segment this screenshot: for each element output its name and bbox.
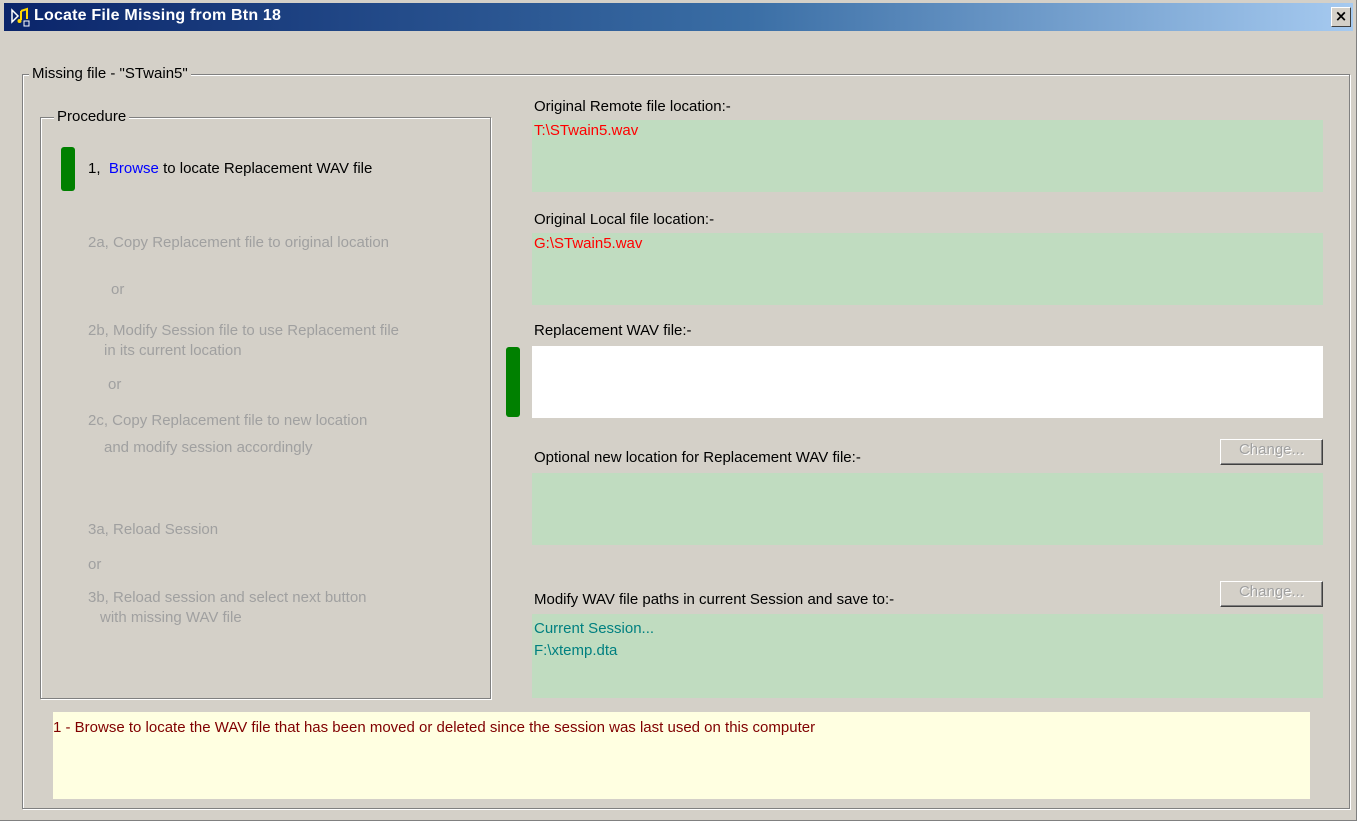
replacement-marker [506, 347, 520, 417]
step-1-number: 1, [88, 160, 101, 177]
or-3: or [88, 556, 102, 573]
session-save-field[interactable]: Current Session... F:\xtemp.dta [532, 614, 1323, 698]
help-text-area: 1 - Browse to locate the WAV file that h… [53, 712, 1310, 799]
music-file-icon [11, 7, 30, 27]
session-line-1: Current Session... [534, 620, 655, 637]
step-3a: 3a, Reload Session [88, 521, 219, 538]
step-1: 1, Browse to locate Replacement WAV file [88, 160, 372, 178]
step-2a: 2a, Copy Replacement file to original lo… [88, 234, 390, 251]
step-1-text: to locate Replacement WAV file [163, 160, 373, 177]
active-step-marker [61, 147, 75, 191]
remote-location-field[interactable]: T:\STwain5.wav [532, 120, 1323, 192]
session-save-label: Modify WAV file paths in current Session… [534, 591, 895, 608]
or-1: or [111, 281, 125, 298]
step-2b-line-2: in its current location [104, 342, 242, 359]
help-text: 1 - Browse to locate the WAV file that h… [53, 719, 816, 736]
new-location-change-button[interactable]: Change... [1220, 439, 1323, 465]
replacement-wav-field[interactable] [532, 346, 1323, 418]
browse-link[interactable]: Browse [109, 160, 159, 177]
new-location-field[interactable] [532, 473, 1323, 545]
step-2c-line-2: and modify session accordingly [104, 439, 313, 456]
session-line-2: F:\xtemp.dta [534, 642, 618, 659]
step-2b-line-1: 2b, Modify Session file to use Replaceme… [88, 322, 399, 339]
step-3b-line-2: with missing WAV file [100, 609, 242, 626]
remote-location-value: T:\STwain5.wav [534, 122, 639, 139]
or-2: or [108, 376, 122, 393]
remote-location-label: Original Remote file location:- [534, 98, 731, 115]
new-location-label: Optional new location for Replacement WA… [534, 449, 861, 466]
title-bar[interactable]: Locate File Missing from Btn 18 × [4, 3, 1353, 31]
close-button[interactable]: × [1331, 7, 1351, 27]
close-icon: × [1334, 7, 1348, 25]
local-location-label: Original Local file location:- [534, 211, 715, 228]
window-title: Locate File Missing from Btn 18 [34, 7, 282, 24]
replacement-wav-label: Replacement WAV file:- [534, 322, 692, 339]
dialog-window: Locate File Missing from Btn 18 × Missin… [0, 0, 1357, 821]
missing-file-legend: Missing file - "STwain5" [29, 65, 191, 83]
step-2c-line-1: 2c, Copy Replacement file to new locatio… [88, 412, 368, 429]
local-location-value: G:\STwain5.wav [534, 235, 643, 252]
local-location-field[interactable]: G:\STwain5.wav [532, 233, 1323, 305]
procedure-legend: Procedure [54, 108, 130, 126]
step-3b-line-1: 3b, Reload session and select next butto… [88, 589, 367, 606]
session-change-button[interactable]: Change... [1220, 581, 1323, 607]
